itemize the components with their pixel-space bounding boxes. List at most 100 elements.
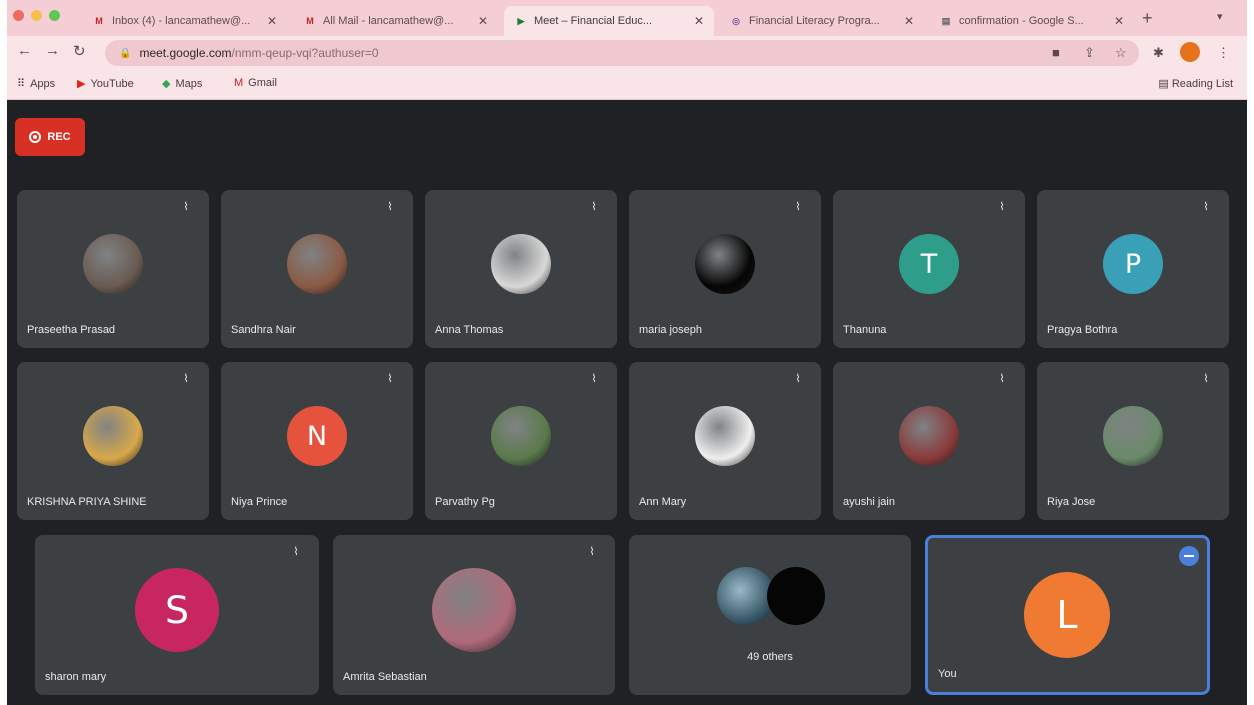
participant-name: Thanuna — [843, 324, 887, 336]
bookmark-apps[interactable]: ⠿ Apps — [17, 77, 56, 91]
participant-name: Sandhra Nair — [231, 324, 296, 336]
browser-tab[interactable]: ▶ Meet – Financial Educ... ✕ — [504, 6, 714, 36]
reload-icon[interactable]: ↻ — [73, 42, 86, 60]
share-icon[interactable]: ⇪ — [1084, 45, 1095, 61]
profile-avatar[interactable] — [1180, 42, 1200, 62]
reading-list-button[interactable]: ▤ Reading List — [1158, 77, 1233, 90]
maps-icon: ◆ — [162, 78, 171, 90]
tab-favicon-icon: ▶ — [517, 15, 525, 26]
participant-name: Parvathy Pg — [435, 496, 495, 508]
muted-mic-icon: ⌇ — [1203, 373, 1209, 385]
muted-mic-icon: ⌇ — [999, 201, 1005, 213]
extensions-icon[interactable]: ✱ — [1153, 45, 1164, 61]
participant-tile[interactable]: ⌇ Riya Jose — [1037, 362, 1229, 520]
participant-tile[interactable]: ⌇ Ann Mary — [629, 362, 821, 520]
participant-name: Amrita Sebastian — [343, 671, 427, 683]
muted-mic-icon: ⌇ — [795, 201, 801, 213]
bookmark-star-icon[interactable]: ☆ — [1115, 45, 1127, 61]
participant-photo — [491, 406, 551, 466]
url-host: meet.google.com — [139, 46, 232, 60]
browser-tab[interactable]: M All Mail - lancamathew@... ✕ — [293, 6, 498, 36]
minimize-window-dot[interactable] — [31, 10, 42, 21]
reading-list-icon: ▤ — [1158, 78, 1172, 90]
participant-tile[interactable]: ⌇ Parvathy Pg — [425, 362, 617, 520]
youtube-icon: ▶ — [77, 78, 86, 90]
participant-avatar: N — [287, 406, 347, 466]
browser-toolbar: ← → ↻ 🔒 meet.google.com/nmm-qeup-vqi?aut… — [7, 36, 1247, 70]
muted-mic-icon: ⌇ — [795, 373, 801, 385]
tab-favicon-icon: ◎ — [732, 15, 740, 26]
browser-tab[interactable]: M Inbox (4) - lancamathew@... ✕ — [82, 6, 287, 36]
participant-tile[interactable]: ⌇ Anna Thomas — [425, 190, 617, 348]
close-tab-icon[interactable]: ✕ — [267, 14, 277, 28]
address-bar[interactable]: 🔒 meet.google.com/nmm-qeup-vqi?authuser=… — [105, 40, 1139, 66]
self-avatar: L — [1024, 572, 1110, 658]
browser-tab[interactable]: ◎ Financial Literacy Progra... ✕ — [719, 6, 924, 36]
participant-name: Pragya Bothra — [1047, 324, 1118, 336]
menu-icon[interactable]: ⋮ — [1217, 45, 1230, 61]
participant-avatar: P — [1103, 234, 1163, 294]
bookmark-label: YouTube — [90, 77, 134, 90]
participant-photo — [83, 406, 143, 466]
participant-photo — [83, 234, 143, 294]
participant-tile[interactable]: ⌇ KRISHNA PRIYA SHINE — [17, 362, 209, 520]
new-tab-button[interactable]: + — [1142, 8, 1153, 29]
maximize-window-dot[interactable] — [49, 10, 60, 21]
tab-title: confirmation - Google S... — [959, 15, 1084, 27]
participant-tile[interactable]: ⌇ T Thanuna — [833, 190, 1025, 348]
muted-mic-icon: ⌇ — [999, 373, 1005, 385]
bookmark-youtube[interactable]: ▶ YouTube — [77, 77, 134, 91]
tab-favicon-icon: M — [95, 16, 103, 26]
bookmark-gmail[interactable]: M Gmail — [234, 77, 277, 89]
close-tab-icon[interactable]: ✕ — [904, 14, 914, 28]
participant-tile[interactable]: ⌇ Amrita Sebastian — [333, 535, 615, 695]
tab-title: Inbox (4) - lancamathew@... — [112, 15, 251, 27]
tab-favicon-icon: M — [306, 16, 314, 26]
screen: M Inbox (4) - lancamathew@... ✕ M All Mail -… — [7, 0, 1247, 705]
recording-indicator[interactable]: REC — [15, 118, 85, 156]
bookmark-maps[interactable]: ◆ Maps — [162, 77, 203, 91]
participant-tile[interactable]: ⌇ Sandhra Nair — [221, 190, 413, 348]
tab-title: All Mail - lancamathew@... — [323, 15, 454, 27]
rec-label: REC — [47, 131, 71, 143]
participant-tile[interactable]: ⌇ Ssharon mary — [35, 535, 319, 695]
participant-avatar: T — [899, 234, 959, 294]
participant-name: KRISHNA PRIYA SHINE — [27, 496, 147, 508]
participant-photo — [432, 568, 516, 652]
participant-tile[interactable]: ⌇ P Pragya Bothra — [1037, 190, 1229, 348]
participant-avatar: S — [135, 568, 219, 652]
participant-tile[interactable]: ⌇ N Niya Prince — [221, 362, 413, 520]
participant-tile[interactable]: ⌇ Praseetha Prasad — [17, 190, 209, 348]
muted-mic-icon: ⌇ — [293, 546, 299, 558]
participant-photo — [491, 234, 551, 294]
self-name: You — [938, 668, 957, 680]
participant-name: maria joseph — [639, 324, 702, 336]
forward-icon[interactable]: → — [45, 42, 60, 59]
close-tab-icon[interactable]: ✕ — [694, 14, 704, 28]
participant-tile[interactable]: ⌇ ayushi jain — [833, 362, 1025, 520]
record-icon — [29, 131, 42, 143]
participant-name: Anna Thomas — [435, 324, 504, 336]
participant-photo — [695, 406, 755, 466]
participant-tile[interactable]: ⌇ maria joseph — [629, 190, 821, 348]
tile-options-icon[interactable] — [1179, 546, 1199, 566]
browser-tab[interactable]: ▤ confirmation - Google S... ✕ — [929, 6, 1134, 36]
self-tile[interactable]: L You — [925, 535, 1210, 695]
camera-in-use-icon[interactable]: ■ — [1052, 45, 1060, 60]
bookmark-label: Maps — [175, 77, 203, 90]
tab-strip: M Inbox (4) - lancamathew@... ✕ M All Mail -… — [7, 0, 1247, 36]
muted-mic-icon: ⌇ — [589, 546, 595, 558]
tab-search-icon[interactable]: ▾ — [1217, 10, 1223, 23]
participant-name: ayushi jain — [843, 496, 895, 508]
close-tab-icon[interactable]: ✕ — [478, 14, 488, 28]
tab-title: Financial Literacy Progra... — [749, 15, 880, 27]
tab-title: Meet – Financial Educ... — [534, 15, 653, 27]
lock-icon: 🔒 — [119, 47, 132, 59]
back-icon[interactable]: ← — [17, 42, 32, 59]
close-tab-icon[interactable]: ✕ — [1114, 14, 1124, 28]
participant-photo — [287, 234, 347, 294]
close-window-dot[interactable] — [13, 10, 24, 21]
url-path: /nmm-qeup-vqi?authuser=0 — [231, 46, 379, 60]
bookmark-label: Apps — [30, 77, 56, 90]
others-tile[interactable]: 49 others — [629, 535, 911, 695]
